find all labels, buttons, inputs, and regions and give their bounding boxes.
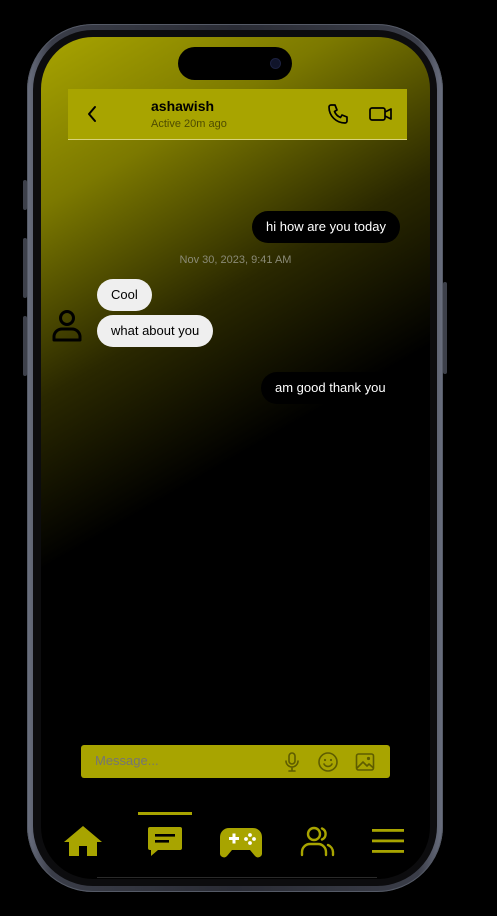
- bottom-nav: [41, 809, 430, 879]
- volume-up-button: [23, 238, 27, 298]
- action-button: [23, 180, 27, 210]
- message-composer: [81, 745, 390, 778]
- message-received[interactable]: what about you: [97, 315, 214, 347]
- user-icon: [52, 310, 82, 342]
- microphone-icon: [285, 752, 299, 772]
- phone-icon: [328, 104, 348, 124]
- menu-icon: [372, 829, 404, 853]
- nav-games[interactable]: [217, 819, 265, 863]
- video-camera-icon: [369, 107, 392, 121]
- contact-status: Active 20m ago: [151, 118, 227, 130]
- screen: ashawish Active 20m ago hi how are you t…: [41, 37, 430, 879]
- back-button[interactable]: [82, 103, 102, 125]
- video-call-button[interactable]: [368, 102, 394, 126]
- image-icon: [355, 753, 375, 771]
- gamepad-icon: [219, 828, 263, 858]
- dynamic-island: [178, 47, 292, 80]
- image-button[interactable]: [354, 751, 376, 773]
- nav-friends[interactable]: [294, 819, 342, 863]
- chat-header: ashawish Active 20m ago: [68, 89, 407, 140]
- contact-name[interactable]: ashawish: [151, 98, 214, 114]
- home-icon: [64, 826, 102, 856]
- friends-icon: [300, 826, 335, 857]
- home-indicator: [97, 877, 377, 878]
- microphone-button[interactable]: [281, 751, 303, 773]
- nav-chat[interactable]: [141, 819, 189, 863]
- message-input[interactable]: [95, 753, 265, 768]
- chevron-left-icon: [88, 106, 96, 122]
- emoji-icon: [318, 752, 338, 772]
- message-received[interactable]: Cool: [97, 279, 152, 311]
- emoji-button[interactable]: [317, 751, 339, 773]
- contact-avatar[interactable]: [51, 309, 83, 343]
- nav-menu[interactable]: [364, 819, 412, 863]
- power-button: [443, 282, 447, 374]
- chat-icon: [148, 827, 182, 856]
- message-sent[interactable]: hi how are you today: [252, 211, 400, 243]
- nav-home[interactable]: [59, 819, 107, 863]
- message-timestamp: Nov 30, 2023, 9:41 AM: [179, 254, 292, 266]
- active-tab-indicator: [138, 812, 192, 815]
- call-button[interactable]: [326, 102, 350, 126]
- volume-down-button: [23, 316, 27, 376]
- message-sent[interactable]: am good thank you: [261, 372, 400, 404]
- front-camera: [271, 59, 280, 68]
